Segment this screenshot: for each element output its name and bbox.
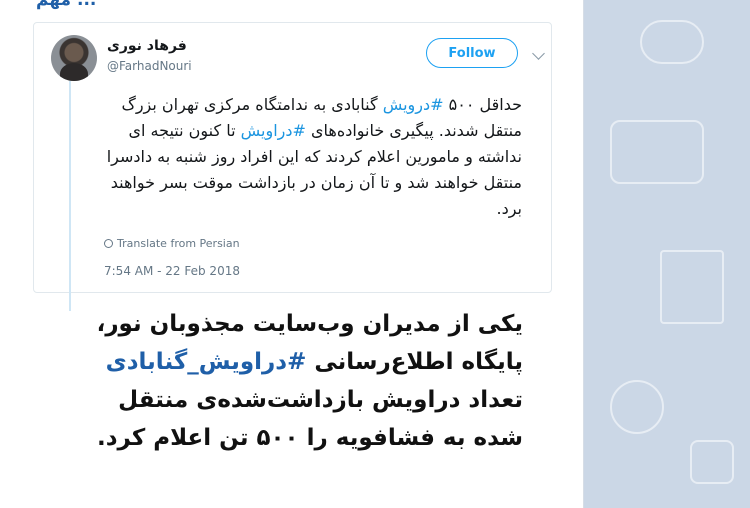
doodle-shape	[660, 250, 724, 324]
doodle-shape	[640, 20, 704, 64]
caption-line: تعداد دراویش بازداشت‌شده‌ی منتقل	[118, 387, 523, 413]
author-name[interactable]: فرهاد نوری	[107, 38, 187, 54]
author-handle[interactable]: @FarhadNouri	[107, 59, 192, 73]
hashtag-link[interactable]: #دراویش_گنابادی	[106, 349, 307, 375]
embedded-tweet[interactable]: فرهاد نوری @FarhadNouri Follow حداقل ۵۰۰…	[33, 22, 552, 311]
previous-text-fragment: ... مهم	[36, 0, 97, 10]
hashtag-link[interactable]: #دراویش	[241, 121, 306, 140]
tweet-timestamp[interactable]: 7:54 AM - 22 Feb 2018	[104, 264, 240, 278]
caption-line: یکی از مدیران وب‌سایت مجذوبان نور،	[96, 311, 523, 337]
avatar[interactable]	[51, 35, 97, 81]
thread-line	[69, 81, 71, 311]
translate-link[interactable]: Translate from Persian	[104, 237, 240, 250]
chevron-down-icon[interactable]	[532, 47, 545, 60]
tweet-text-part: حداقل ۵۰۰	[443, 95, 522, 114]
caption-text-part: پایگاه اطلاع‌رسانی	[306, 349, 523, 375]
doodle-shape	[690, 440, 734, 484]
message-caption: یکی از مدیران وب‌سایت مجذوبان نور، پایگا…	[30, 305, 523, 457]
doodle-shape	[610, 380, 664, 434]
caption-line: پایگاه اطلاع‌رسانی #دراویش_گنابادی	[30, 343, 523, 381]
globe-icon	[104, 239, 113, 248]
doodle-shape	[610, 120, 704, 184]
message-bubble: ... مهم فرهاد نوری @FarhadNouri Follow ح…	[0, 0, 584, 508]
hashtag-link[interactable]: #درویش	[383, 95, 444, 114]
translate-label: Translate from Persian	[117, 237, 240, 250]
caption-line: شده به فشافویه را ۵۰۰ تن اعلام کرد.	[96, 425, 523, 451]
follow-button[interactable]: Follow	[426, 38, 518, 68]
tweet-text: حداقل ۵۰۰ #درویش گنابادی به ندامتگاه مرک…	[104, 92, 522, 222]
